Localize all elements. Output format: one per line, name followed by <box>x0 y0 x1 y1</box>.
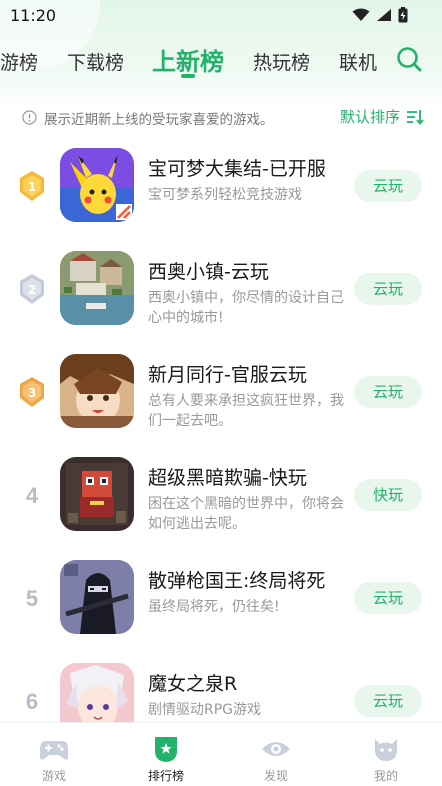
search-icon[interactable] <box>396 46 422 72</box>
game-description: 宝可梦系列轻松竞技游戏 <box>148 187 302 203</box>
game-thumbnail[interactable] <box>60 354 134 428</box>
cloud-play-button[interactable]: 云玩 <box>354 376 422 408</box>
game-thumbnail[interactable] <box>60 251 134 325</box>
status-icons <box>352 7 408 23</box>
bronze-medal-icon: 3 <box>20 377 44 407</box>
game-description: 困在这个黑暗的世界中，你将会如何逃出去呢。 <box>148 496 344 532</box>
game-title: 散弹枪国王:终局将死 <box>148 570 326 592</box>
game-title: 超级黑暗欺骗-快玩 <box>148 467 307 489</box>
game-description: 总有人要来承担这疯狂世界，我们一起去吧。 <box>148 393 344 429</box>
tab-games-rank[interactable]: 游榜 <box>0 48 38 75</box>
tab-new-rank[interactable]: 上新榜 <box>152 42 224 77</box>
tab-hot-rank[interactable]: 热玩榜 <box>253 48 310 75</box>
nav-label: 发现 <box>263 769 288 783</box>
nav-label: 排行榜 <box>147 769 184 783</box>
bottom-navigation: 游戏 排行榜 发现 我的 <box>0 722 442 786</box>
trophy-icon <box>155 737 177 762</box>
sort-icon <box>407 109 424 125</box>
game-title: 西奥小镇-云玩 <box>148 261 269 283</box>
gold-medal-icon: 1 <box>20 171 44 201</box>
rank-number: 2 <box>28 283 36 297</box>
status-bar: 11:20 <box>0 0 442 30</box>
sort-button[interactable]: 默认排序 <box>340 106 424 127</box>
game-thumbnail[interactable] <box>60 560 134 634</box>
nav-item-profile[interactable]: 我的 <box>356 735 416 784</box>
rank-number: 3 <box>28 386 36 400</box>
nav-item-ranking[interactable]: 排行榜 <box>136 735 196 784</box>
rank-number: 4 <box>25 483 39 508</box>
game-description: 西奥小镇中，你尽情的设计自己心中的城市! <box>148 290 344 326</box>
game-description: 虽终局将死，仍往矣! <box>148 599 280 615</box>
ranking-tabs: 游榜 下载榜 上新榜 热玩榜 联机 <box>0 38 442 86</box>
nav-item-discover[interactable]: 发现 <box>246 735 306 784</box>
notice-bar: 展示近期新上线的受玩家喜爱的游戏。 默认排序 <box>0 104 442 130</box>
notice-text: 展示近期新上线的受玩家喜爱的游戏。 <box>44 112 274 128</box>
silver-medal-icon: 2 <box>20 274 44 304</box>
cloud-play-button[interactable]: 云玩 <box>354 582 422 614</box>
quick-play-button[interactable]: 快玩 <box>354 479 422 511</box>
tab-multiplayer[interactable]: 联机 <box>339 48 377 75</box>
tab-download-rank[interactable]: 下载榜 <box>67 48 124 75</box>
rank-number: 1 <box>28 180 36 194</box>
gamepad-icon <box>40 741 68 760</box>
profile-icon <box>375 739 397 761</box>
eye-icon <box>262 742 290 756</box>
nav-label: 游戏 <box>41 769 66 783</box>
game-list-item[interactable]: 2 西奥小镇-云玩 西奥小镇中，你尽情的设计自己心中的城市! 云玩 <box>0 251 442 354</box>
game-thumbnail[interactable] <box>60 148 134 222</box>
game-thumbnail[interactable] <box>60 457 134 531</box>
game-title: 魔女之泉R <box>148 673 238 695</box>
cloud-play-button[interactable]: 云玩 <box>354 685 422 717</box>
wifi-icon <box>352 8 370 21</box>
sort-label: 默认排序 <box>339 108 400 126</box>
active-tab-indicator <box>181 74 195 78</box>
status-time: 11:20 <box>10 6 57 25</box>
game-title: 新月同行-官服云玩 <box>148 364 307 386</box>
cloud-play-button[interactable]: 云玩 <box>354 273 422 305</box>
game-list-item[interactable]: 5 散弹枪国王:终局将死 虽终局将死，仍往矣! 云玩 <box>0 560 442 663</box>
signal-icon <box>377 9 391 21</box>
game-description: 剧情驱动RPG游戏 <box>148 702 262 718</box>
battery-charging-icon <box>398 7 408 23</box>
game-list-item[interactable]: 1 宝可梦大集结-已开服 宝可梦系列轻松竞技游戏 云玩 <box>0 148 442 251</box>
game-title: 宝可梦大集结-已开服 <box>148 158 326 180</box>
rank-number: 5 <box>25 586 39 611</box>
nav-item-games[interactable]: 游戏 <box>24 735 84 784</box>
game-list-item[interactable]: 3 新月同行-官服云玩 总有人要来承担这疯狂世界，我们一起去吧。 云玩 <box>0 354 442 457</box>
info-icon <box>22 110 37 125</box>
cloud-play-button[interactable]: 云玩 <box>354 170 422 202</box>
nav-label: 我的 <box>373 769 398 783</box>
rank-number: 6 <box>25 689 39 714</box>
game-list-item[interactable]: 4 超级黑暗欺骗-快玩 困在这个黑暗的世界中，你将会如何逃出去呢。 快玩 <box>0 457 442 560</box>
